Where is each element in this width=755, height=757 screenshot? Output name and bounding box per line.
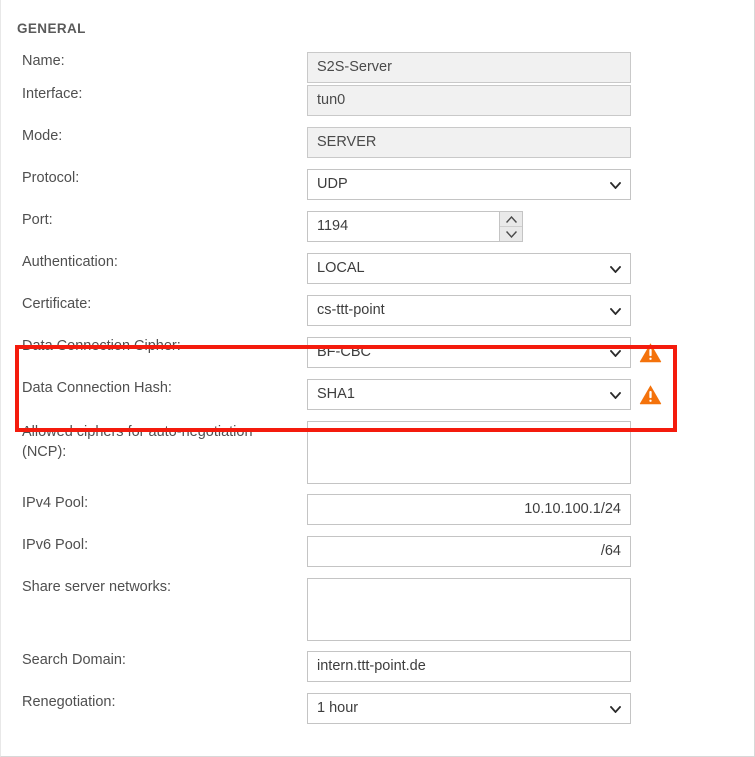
form-row-certificate: Certificate: cs-ttt-point: [1, 295, 754, 337]
name-input[interactable]: S2S-Server: [307, 52, 631, 83]
certificate-select[interactable]: cs-ttt-point: [307, 295, 631, 326]
chevron-down-icon: [609, 170, 621, 199]
authentication-select[interactable]: LOCAL: [307, 253, 631, 284]
control-allowed-ciphers-ncp: [307, 421, 631, 484]
control-share-server-networks: [307, 578, 631, 641]
control-certificate: cs-ttt-point: [307, 295, 631, 326]
label-protocol: Protocol:: [22, 170, 80, 186]
section-title-general: GENERAL: [17, 21, 86, 36]
control-renegotiation: 1 hour: [307, 693, 631, 724]
label-certificate: Certificate:: [22, 296, 92, 312]
port-spinner: [499, 212, 522, 241]
data-connection-cipher-select[interactable]: BF-CBC: [307, 337, 631, 368]
label-search-domain: Search Domain:: [22, 652, 126, 668]
form-row-data-connection-cipher: Data Connection Cipher: BF-CBC: [1, 337, 754, 379]
control-ipv4-pool: 10.10.100.1/24: [307, 494, 631, 525]
authentication-select-value: LOCAL: [317, 260, 365, 276]
data-connection-cipher-select-value: BF-CBC: [317, 344, 371, 360]
form-row-mode: Mode: SERVER: [1, 127, 754, 169]
control-search-domain: intern.ttt-point.de: [307, 651, 631, 682]
label-ipv6-pool: IPv6 Pool:: [22, 537, 89, 553]
control-data-connection-hash: SHA1: [307, 379, 662, 410]
warning-triangle-icon: [639, 341, 662, 364]
interface-input[interactable]: tun0: [307, 85, 631, 116]
certificate-select-value: cs-ttt-point: [317, 302, 385, 318]
ipv6-pool-input[interactable]: /64: [307, 536, 631, 567]
control-interface: tun0: [307, 85, 631, 116]
form-row-renegotiation: Renegotiation: 1 hour: [1, 693, 754, 735]
mode-input[interactable]: SERVER: [307, 127, 631, 158]
label-ipv4-pool: IPv4 Pool:: [22, 495, 89, 511]
form-row-protocol: Protocol: UDP: [1, 169, 754, 211]
ipv4-pool-input[interactable]: 10.10.100.1/24: [307, 494, 631, 525]
renegotiation-select[interactable]: 1 hour: [307, 693, 631, 724]
form-row-authentication: Authentication: LOCAL: [1, 253, 754, 295]
port-stepper[interactable]: 1194: [307, 211, 523, 242]
protocol-select[interactable]: UDP: [307, 169, 631, 200]
label-renegotiation: Renegotiation:: [22, 694, 116, 710]
label-interface: Interface:: [22, 86, 83, 102]
chevron-down-icon: [609, 254, 621, 283]
chevron-down-icon: [609, 380, 621, 409]
label-share-server-networks: Share server networks:: [22, 579, 172, 595]
allowed-ciphers-ncp-textarea[interactable]: [307, 421, 631, 484]
search-domain-input[interactable]: intern.ttt-point.de: [307, 651, 631, 682]
form-row-data-connection-hash: Data Connection Hash: SHA1: [1, 379, 754, 421]
label-data-connection-cipher: Data Connection Cipher:: [22, 338, 181, 354]
control-protocol: UDP: [307, 169, 631, 200]
form-row-search-domain: Search Domain: intern.ttt-point.de: [1, 651, 754, 693]
settings-page: GENERAL Name: S2S-Server Interface: tun0…: [0, 0, 755, 757]
form-row-ipv4-pool: IPv4 Pool: 10.10.100.1/24: [1, 494, 754, 536]
data-connection-hash-select-value: SHA1: [317, 386, 355, 402]
port-input[interactable]: 1194: [308, 212, 499, 241]
control-port: 1194: [307, 211, 631, 242]
chevron-down-icon[interactable]: [500, 227, 522, 241]
general-settings-form: Name: S2S-Server Interface: tun0 Mode: S…: [1, 52, 754, 735]
form-row-port: Port: 1194: [1, 211, 754, 253]
chevron-down-icon: [609, 694, 621, 723]
label-data-connection-hash: Data Connection Hash:: [22, 380, 172, 396]
share-server-networks-textarea[interactable]: [307, 578, 631, 641]
renegotiation-select-value: 1 hour: [317, 700, 359, 716]
warning-triangle-icon: [639, 383, 662, 406]
form-row-ipv6-pool: IPv6 Pool: /64: [1, 536, 754, 578]
control-data-connection-cipher: BF-CBC: [307, 337, 662, 368]
form-row-allowed-ciphers-ncp: Allowed ciphers for auto-negotiation (NC…: [1, 421, 754, 494]
data-connection-hash-select[interactable]: SHA1: [307, 379, 631, 410]
chevron-up-icon[interactable]: [500, 212, 522, 227]
label-name: Name:: [22, 53, 65, 69]
label-authentication: Authentication:: [22, 254, 118, 270]
chevron-down-icon: [609, 296, 621, 325]
form-row-share-server-networks: Share server networks:: [1, 578, 754, 651]
chevron-down-icon: [609, 338, 621, 367]
label-mode: Mode:: [22, 128, 63, 144]
control-name: S2S-Server: [307, 52, 631, 83]
form-row-name: Name: S2S-Server: [1, 52, 754, 85]
control-mode: SERVER: [307, 127, 631, 158]
form-row-interface: Interface: tun0: [1, 85, 754, 127]
label-port: Port:: [22, 212, 53, 228]
control-authentication: LOCAL: [307, 253, 631, 284]
label-allowed-ciphers-ncp: Allowed ciphers for auto-negotiation (NC…: [22, 424, 253, 460]
control-ipv6-pool: /64: [307, 536, 631, 567]
protocol-select-value: UDP: [317, 176, 348, 192]
